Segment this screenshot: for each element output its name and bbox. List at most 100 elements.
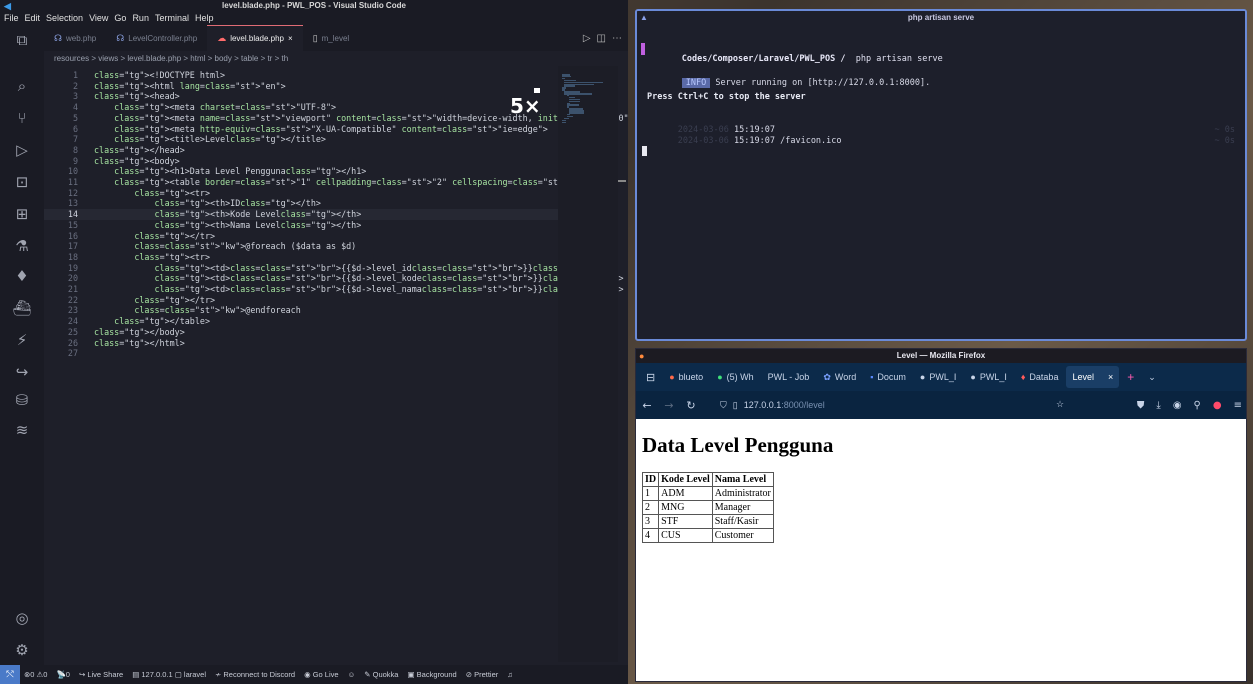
minimap[interactable] — [558, 66, 618, 662]
code-line[interactable]: 22 class="tg"></tr> — [44, 295, 558, 306]
code-line[interactable]: 6 class="tg"><meta http-equiv=class="st"… — [44, 124, 558, 135]
menu-terminal[interactable]: Terminal — [155, 12, 189, 25]
code-line[interactable]: 24 class="tg"></table> — [44, 316, 558, 327]
run-icon[interactable]: ▷ — [583, 33, 591, 44]
code-line[interactable]: 13 class="tg"><th>IDclass="tg"></th> — [44, 198, 558, 209]
split-editor-icon[interactable]: ◫ — [597, 33, 606, 44]
code-line[interactable]: 3 class="tg"><head> — [44, 91, 558, 102]
tab-list-icon[interactable]: ⌄ — [1142, 366, 1162, 388]
settings-gear-icon[interactable]: ⚙ — [11, 639, 33, 661]
browser-tab[interactable]: ▪ Docum — [864, 366, 912, 388]
menu-icon[interactable]: ≡ — [1234, 400, 1242, 411]
discord-status[interactable]: ≁ Reconnect to Discord — [215, 670, 295, 679]
run-debug-icon[interactable]: ▷ — [11, 139, 33, 161]
more-actions-icon[interactable]: ⋯ — [612, 33, 622, 44]
code-line[interactable]: 7 class="tg"><title>Levelclass="tg"></ti… — [44, 134, 558, 145]
account-icon[interactable]: ◉ — [1173, 400, 1182, 411]
account-icon[interactable]: ◎ — [11, 607, 33, 629]
code-line[interactable]: 12 class="tg"><tr> — [44, 188, 558, 199]
search-icon[interactable]: ⌕ — [11, 75, 33, 97]
code-line[interactable]: 1 class="tg"><!DOCTYPE html> — [44, 70, 558, 81]
prettier-status[interactable]: ⊘ Prettier — [466, 670, 499, 679]
copilot-icon[interactable]: ☺ — [348, 670, 356, 679]
menu-go[interactable]: Go — [114, 12, 126, 25]
downloads-icon[interactable]: ⤓ — [1156, 400, 1160, 411]
pocket-icon[interactable]: ⛊ — [1137, 400, 1145, 411]
code-line[interactable]: 26 class="tg"></html> — [44, 338, 558, 349]
extensions-icon[interactable]: ⚲ — [1194, 400, 1201, 411]
tab-web-php[interactable]: ☊ web.php — [44, 25, 106, 51]
browser-tab[interactable]: PWL - Job — [762, 366, 816, 388]
code-line[interactable]: 21 class="tg"><td>class=class="st">"br">… — [44, 284, 624, 295]
browser-tab[interactable]: ● blueto — [663, 366, 709, 388]
live-share-icon[interactable]: ↪ — [11, 361, 33, 383]
code-editor[interactable]: 1 class="tg"><!DOCTYPE html> 2 class="tg"><… — [44, 66, 628, 662]
terminal-output[interactable]: Codes/Composer/Laravel/PWL_POS / php art… — [637, 24, 1245, 334]
menu-selection[interactable]: Selection — [46, 12, 83, 25]
tab-levelcontroller-php[interactable]: ☊ LevelController.php — [106, 25, 207, 51]
code-line[interactable]: 11 class="tg"><table border=class="st">"… — [44, 177, 588, 188]
database-icon[interactable]: ⛁ — [11, 389, 33, 411]
explorer-icon[interactable]: ⧉ — [11, 29, 33, 51]
code-line[interactable]: 19 class="tg"><td>class=class="st">"br">… — [44, 263, 614, 274]
remote-explorer-icon[interactable]: ⊡ — [11, 171, 33, 193]
code-line[interactable]: 27 — [44, 348, 558, 359]
thunder-client-icon[interactable]: ⚡ — [11, 329, 33, 351]
new-tab-icon[interactable]: + — [1121, 366, 1140, 388]
tab-m-level[interactable]: ▯ m_level — [303, 25, 360, 51]
notifications-icon[interactable]: ♫ — [507, 670, 513, 679]
breadcrumb[interactable]: resources > views > level.blade.php > ht… — [54, 52, 288, 66]
menu-edit[interactable]: Edit — [25, 12, 41, 25]
code-line[interactable]: 23 class=class="st">"kw">@endforeach — [44, 305, 558, 316]
code-line[interactable]: 9 class="tg"><body> — [44, 156, 558, 167]
bookmark-star-icon[interactable]: ☆ — [1056, 399, 1064, 410]
source-control-icon[interactable]: ⑂ — [11, 107, 33, 129]
browser-tab[interactable]: ♦ Databa — [1015, 366, 1065, 388]
menu-file[interactable]: File — [4, 12, 19, 25]
code-line[interactable]: 25 class="tg"></body> — [44, 327, 558, 338]
remote-indicator-icon[interactable]: ⤲ — [0, 665, 20, 684]
live-share-status[interactable]: ↪ Live Share — [79, 670, 123, 679]
code-line[interactable]: 5 class="tg"><meta name=class="st">"view… — [44, 113, 628, 124]
go-live-status[interactable]: ◉ Go Live — [304, 670, 339, 679]
url-bar[interactable]: ⛉ ▯ 127.0.0.1:8000/level — [720, 400, 825, 411]
extensions-icon[interactable]: ⊞ — [11, 203, 33, 225]
tab-close-icon[interactable]: × — [288, 34, 293, 43]
code-line[interactable]: 16 class="tg"></tr> — [44, 231, 558, 242]
code-line[interactable]: 20 class="tg"><td>class=class="st">"br">… — [44, 273, 624, 284]
page-info-icon[interactable]: ▯ — [733, 400, 738, 411]
code-line[interactable]: 2 class="tg"><html lang=class="st">"en"> — [44, 81, 558, 92]
code-line[interactable]: 15 class="tg"><th>Nama Levelclass="tg"><… — [44, 220, 558, 231]
browser-tab[interactable]: ✿ Word — [817, 366, 862, 388]
shield-icon[interactable]: ⛉ — [720, 400, 727, 411]
code-line[interactable]: 17 class=class="st">"kw">@foreach ($data… — [44, 241, 558, 252]
close-tab-icon[interactable]: × — [1108, 372, 1113, 382]
browser-tab-active[interactable]: Level × — [1066, 366, 1120, 388]
browser-tab[interactable]: ● (5) Wh — [711, 366, 759, 388]
code-line[interactable]: 14 class="tg"><th>Kode Levelclass="tg"><… — [44, 209, 558, 220]
back-icon[interactable]: ← — [636, 399, 658, 412]
menu-help[interactable]: Help — [195, 12, 214, 25]
problems-status[interactable]: ⊗0 ⚠0 — [24, 670, 47, 679]
reload-icon[interactable]: ↻ — [680, 399, 702, 412]
code-line[interactable]: 10 class="tg"><h1>Data Level Penggunacla… — [44, 166, 558, 177]
menu-run[interactable]: Run — [132, 12, 149, 25]
browser-tab[interactable]: ● PWL_I — [964, 366, 1012, 388]
background-status[interactable]: ▣ Background — [407, 670, 456, 679]
tab-overview-icon[interactable]: ⊟ — [640, 366, 661, 388]
forward-icon[interactable]: → — [658, 399, 680, 412]
ublock-icon[interactable]: ● — [1213, 400, 1222, 411]
quokka-status[interactable]: ✎ Quokka — [364, 670, 398, 679]
code-line[interactable]: 4 class="tg"><meta charset=class="st">"U… — [44, 102, 558, 113]
testing-icon[interactable]: ⚗ — [11, 235, 33, 257]
database-status[interactable]: ▤ 127.0.0.1 ▢ laravel — [132, 670, 206, 679]
browser-tab[interactable]: ● PWL_I — [914, 366, 962, 388]
docker-icon[interactable]: ⛴ — [11, 297, 33, 319]
layers-icon[interactable]: ≋ — [11, 419, 33, 441]
menu-view[interactable]: View — [89, 12, 108, 25]
tab-level-blade-php[interactable]: ☁ level.blade.php × — [207, 25, 303, 51]
code-line[interactable]: 8 class="tg"></head> — [44, 145, 558, 156]
ports-status[interactable]: 📡0 — [56, 670, 70, 679]
laravel-icon[interactable]: ♦ — [11, 265, 33, 287]
code-line[interactable]: 18 class="tg"><tr> — [44, 252, 558, 263]
